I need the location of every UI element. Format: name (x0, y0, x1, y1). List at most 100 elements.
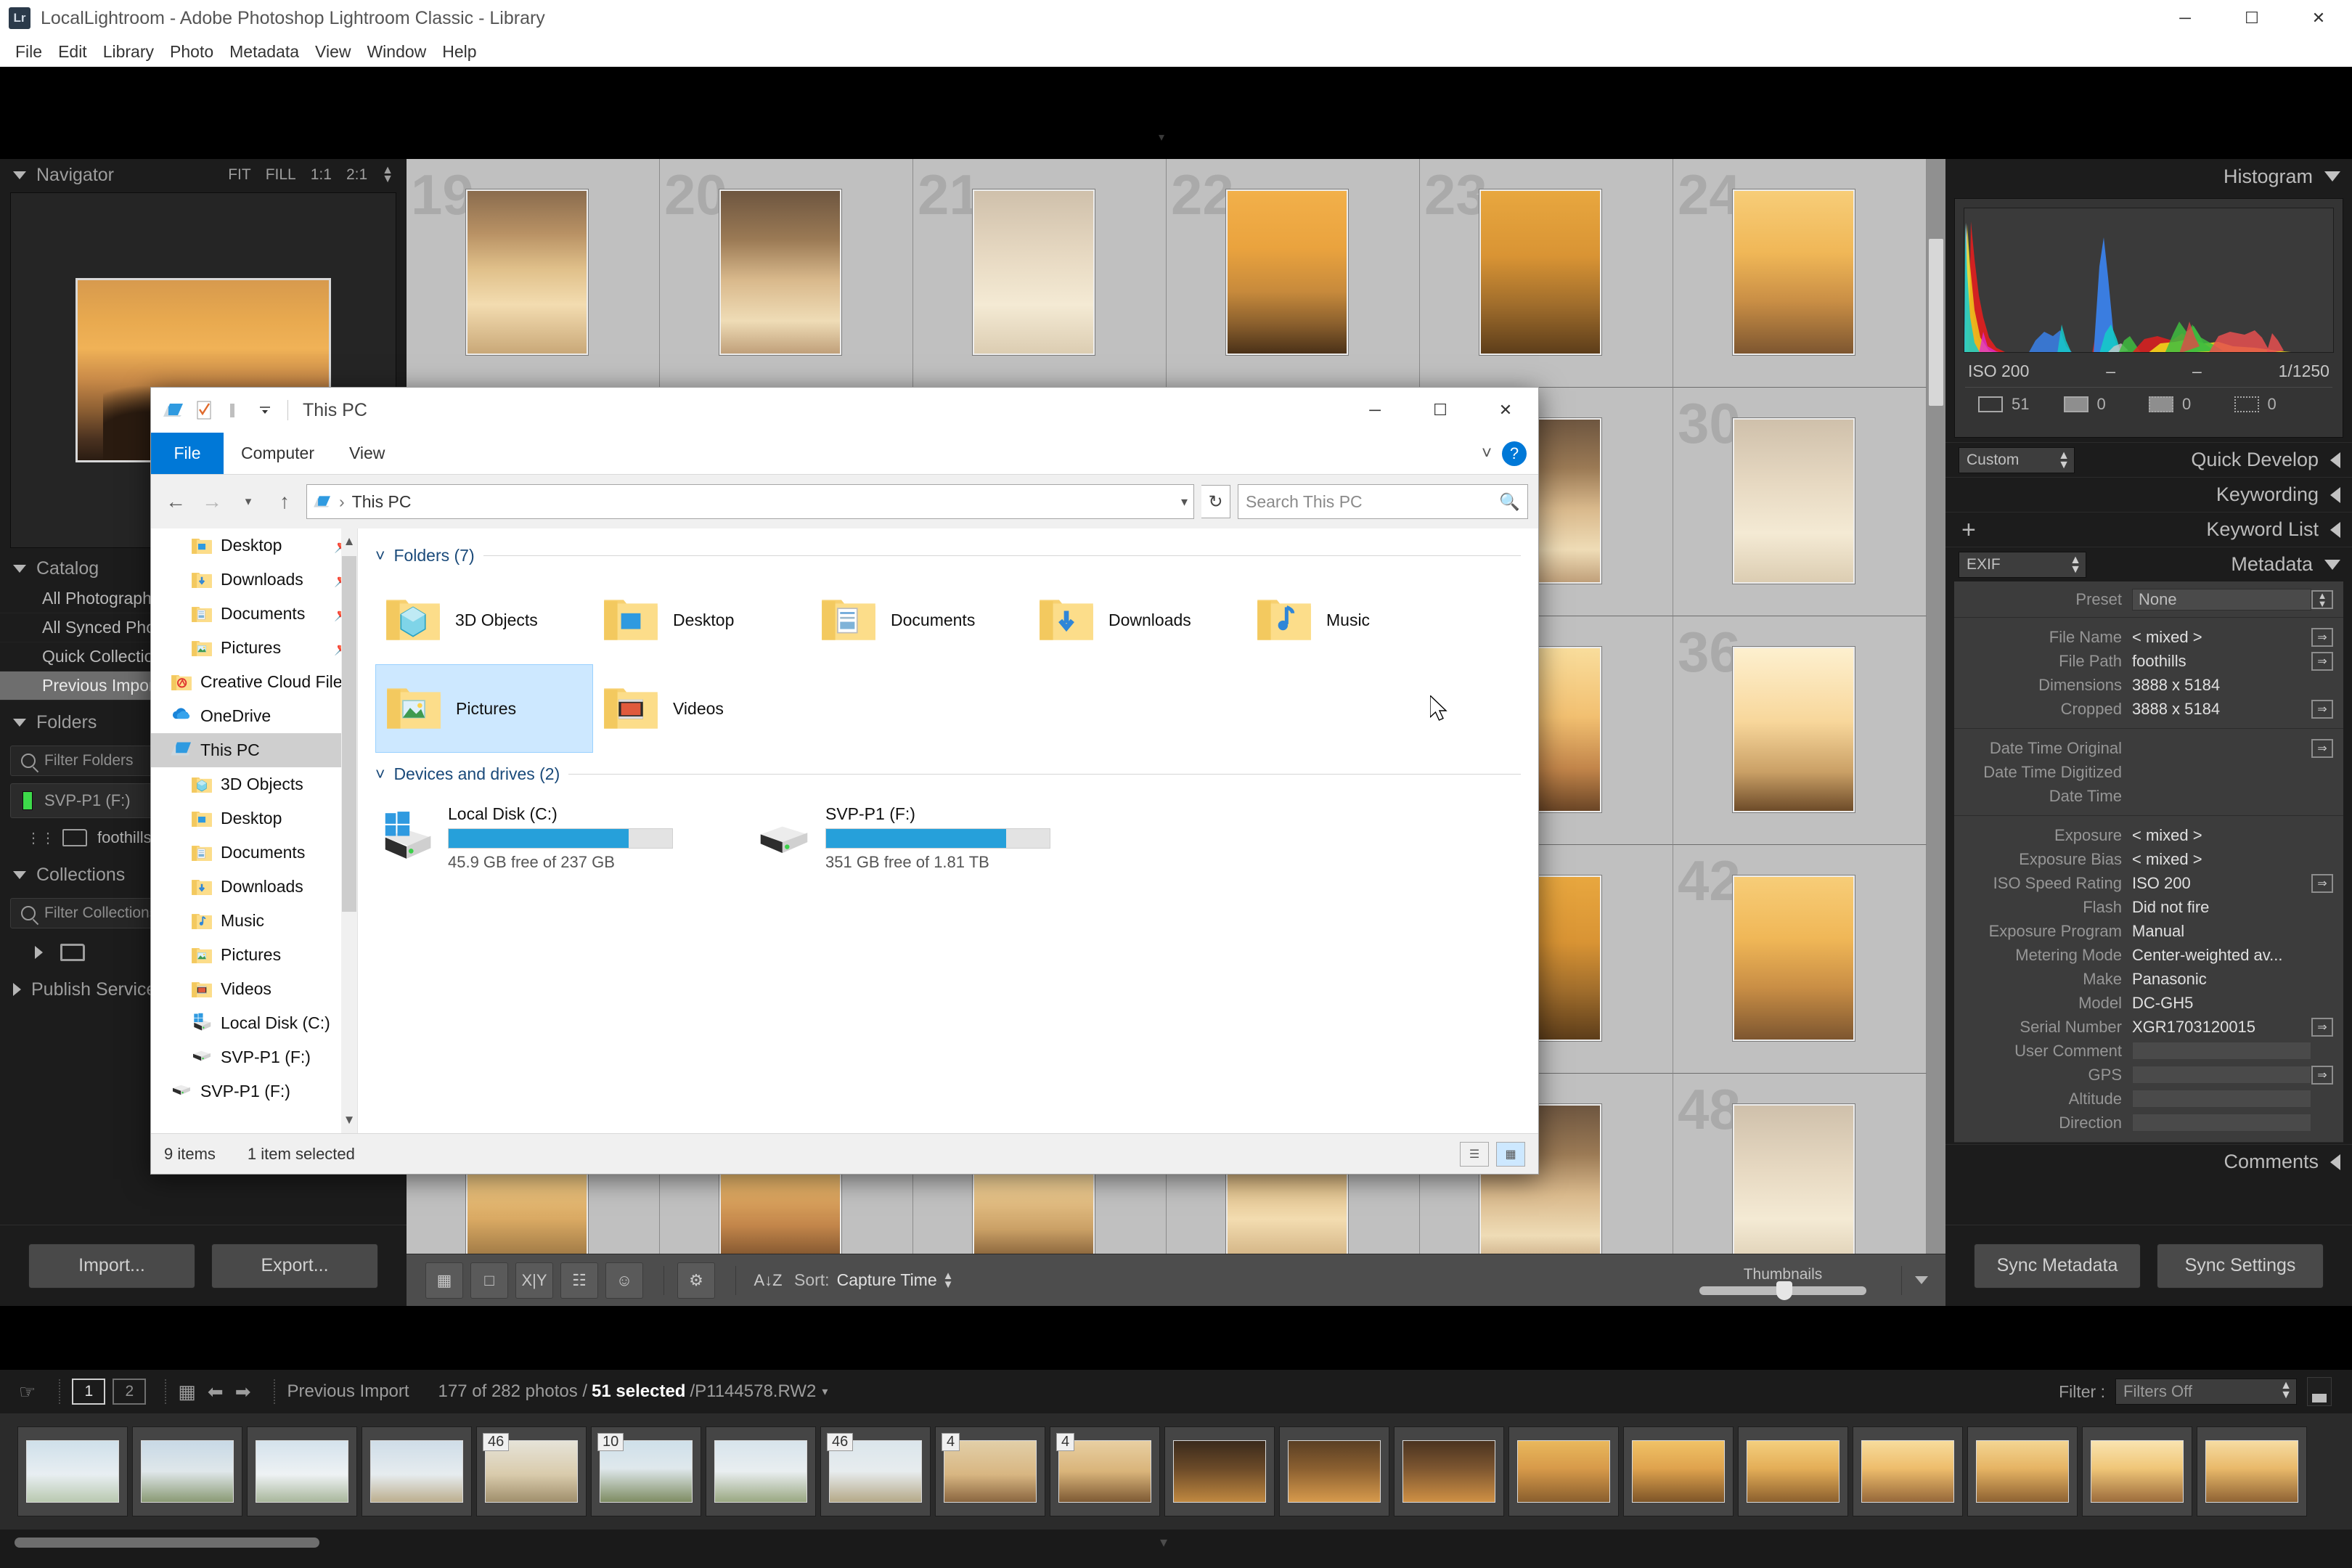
grid-view-icon[interactable]: ▦ (425, 1262, 463, 1299)
metadata-row[interactable]: ModelDC-GH5 (1954, 991, 2343, 1015)
customize-dropdown-icon[interactable] (253, 398, 277, 422)
photo-thumbnail[interactable] (973, 189, 1095, 355)
nav-item-svp-p1-f[interactable]: SVP-P1 (F:) (151, 1040, 357, 1074)
stepper-icon[interactable]: ▲▼ (2280, 1381, 2292, 1400)
explorer-maximize-button[interactable]: ☐ (1408, 388, 1473, 433)
metadata-row[interactable]: ISO Speed RatingISO 200⇒ (1954, 871, 2343, 895)
metadata-row[interactable]: User Comment (1954, 1039, 2343, 1063)
filmstrip-cell[interactable] (1164, 1426, 1275, 1516)
grid-cell[interactable]: 42 (1673, 845, 1927, 1074)
navigator-header[interactable]: Navigator FIT FILL 1:1 2:1 ▲▼ (0, 159, 407, 191)
chevron-left-icon[interactable] (2330, 522, 2340, 538)
photo-thumbnail[interactable] (1479, 189, 1601, 355)
metadata-row[interactable]: Altitude (1954, 1087, 2343, 1111)
large-icons-view-icon[interactable]: ▦ (1496, 1142, 1525, 1167)
sync-settings-button[interactable]: Sync Settings (2157, 1244, 2324, 1289)
breadcrumb[interactable]: This PC (352, 492, 412, 512)
menu-help[interactable]: Help (434, 39, 484, 65)
filmstrip-thumbnail[interactable] (1288, 1440, 1381, 1503)
metadata-field-value[interactable] (2132, 1114, 2311, 1132)
grid-scrollbar-thumb[interactable] (1929, 239, 1943, 406)
filter-select[interactable]: Filters Off ▲▼ (2115, 1379, 2297, 1405)
back-arrow-icon[interactable]: ⬅ (208, 1381, 224, 1403)
add-keyword-icon[interactable]: + (1961, 518, 1976, 542)
nav-item-this-pc[interactable]: This PC (151, 733, 357, 767)
filmstrip-scrollbar[interactable] (15, 1538, 319, 1548)
thumbnail-slider-knob[interactable] (1776, 1281, 1792, 1300)
chevron-left-icon[interactable] (2330, 1154, 2340, 1170)
filmstrip-cell[interactable]: 4 (1050, 1426, 1160, 1516)
filmstrip-thumbnail[interactable] (1173, 1440, 1266, 1503)
recent-locations-button[interactable]: ▾ (234, 487, 263, 516)
nav-scrollbar[interactable]: ▲ ▼ (341, 528, 357, 1133)
compare-view-icon[interactable]: X|Y (515, 1262, 553, 1299)
details-view-icon[interactable]: ☰ (1460, 1142, 1489, 1167)
list-icon[interactable]: ⇒ (2311, 628, 2333, 647)
folder-tile-videos[interactable]: Videos (593, 664, 811, 753)
comments-header[interactable]: Comments (1945, 1144, 2352, 1179)
metadata-row[interactable]: Date Time Digitized (1954, 760, 2343, 784)
filmstrip-cell[interactable] (1967, 1426, 2078, 1516)
spray-can-icon[interactable]: ⚙ (677, 1262, 715, 1299)
nav-item-videos[interactable]: Videos (151, 972, 357, 1006)
chevron-down-icon[interactable]: ˅ (1482, 444, 1492, 464)
filmstrip-stack-badge[interactable]: 46 (827, 1433, 853, 1451)
filmstrip-cell[interactable] (2082, 1426, 2192, 1516)
chevron-down-icon[interactable] (13, 871, 26, 879)
filmstrip-cell[interactable] (1738, 1426, 1848, 1516)
grid-cell[interactable]: 24 (1673, 159, 1927, 388)
filmstrip-cell[interactable]: 4 (935, 1426, 1045, 1516)
metadata-preset-value-wrap[interactable]: None (2132, 589, 2311, 611)
nav-item-desktop[interactable]: Desktop📌 (151, 528, 357, 563)
menu-view[interactable]: View (307, 39, 359, 65)
forward-arrow-icon[interactable]: ➡ (235, 1381, 251, 1403)
search-icon[interactable]: 🔍 (1499, 492, 1520, 512)
metadata-row[interactable]: Exposure< mixed > (1954, 823, 2343, 847)
explorer-content-pane[interactable]: ˅ Folders (7) 3D ObjectsDesktopDocuments… (358, 528, 1538, 1133)
metadata-row[interactable]: MakePanasonic (1954, 967, 2343, 991)
filmstrip-thumbnail[interactable] (2091, 1440, 2184, 1503)
filmstrip-thumbnail[interactable] (1402, 1440, 1495, 1503)
folder-tile-pictures[interactable]: Pictures (375, 664, 593, 753)
metadata-row[interactable]: GPS⇒ (1954, 1063, 2343, 1087)
folder-tile-music[interactable]: Music (1246, 576, 1464, 664)
explorer-icon[interactable] (161, 398, 186, 422)
metadata-row[interactable]: FlashDid not fire (1954, 895, 2343, 919)
metadata-field-value[interactable] (2132, 1042, 2311, 1060)
filmstrip-thumbnail[interactable] (1976, 1440, 2069, 1503)
nav-item-music[interactable]: Music (151, 904, 357, 938)
top-panel-collapse-icon[interactable]: ▾ (1147, 134, 1176, 144)
chevron-down-icon[interactable] (2324, 171, 2340, 181)
explorer-minimize-button[interactable]: ─ (1342, 388, 1408, 433)
filmstrip-thumbnail[interactable] (256, 1440, 348, 1503)
filmstrip-thumbnail[interactable] (1861, 1440, 1954, 1503)
menu-edit[interactable]: Edit (50, 39, 95, 65)
nav-item-downloads[interactable]: Downloads (151, 870, 357, 904)
nav-item-svp-p1-f[interactable]: SVP-P1 (F:) (151, 1074, 357, 1108)
nav-item-3d-objects[interactable]: 3D Objects (151, 767, 357, 801)
loupe-view-icon[interactable]: □ (470, 1262, 508, 1299)
goto-icon[interactable]: ⇒ (2311, 1066, 2333, 1085)
nav-item-downloads[interactable]: Downloads📌 (151, 563, 357, 597)
metadata-row[interactable]: Date Time Original⇒ (1954, 736, 2343, 760)
filmstrip-cell[interactable] (1508, 1426, 1619, 1516)
filmstrip-stack-badge[interactable]: 4 (1056, 1433, 1074, 1451)
filmstrip[interactable]: 46104644 (0, 1413, 2352, 1530)
photo-thumbnail[interactable] (1733, 1104, 1855, 1270)
filmstrip-cell[interactable] (1623, 1426, 1734, 1516)
quick-develop-header[interactable]: Custom ▲▼ Quick Develop (1945, 442, 2352, 477)
photo-thumbnail[interactable] (1733, 189, 1855, 355)
up-button[interactable]: ↑ (270, 487, 299, 516)
chevron-down-icon[interactable]: ˅ (375, 546, 385, 565)
grid-squares-icon[interactable]: ▦ (178, 1381, 196, 1403)
chevron-right-icon[interactable] (13, 983, 21, 996)
chevron-down-icon[interactable]: ˅ (375, 764, 385, 784)
metadata-row[interactable]: Serial NumberXGR1703120015⇒ (1954, 1015, 2343, 1039)
chevron-down-icon[interactable] (2324, 560, 2340, 570)
explorer-window[interactable]: This PC ─ ☐ ✕ File Computer View ˅ ? ← →… (150, 387, 1539, 1175)
chevron-down-icon[interactable] (13, 719, 26, 727)
group-header-devices[interactable]: ˅ Devices and drives (2) (375, 764, 1521, 784)
metadata-preset-row[interactable]: Preset None ▲▼ (1954, 587, 2343, 611)
sync-metadata-button[interactable]: Sync Metadata (1974, 1244, 2141, 1289)
photo-thumbnail[interactable] (1733, 875, 1855, 1041)
